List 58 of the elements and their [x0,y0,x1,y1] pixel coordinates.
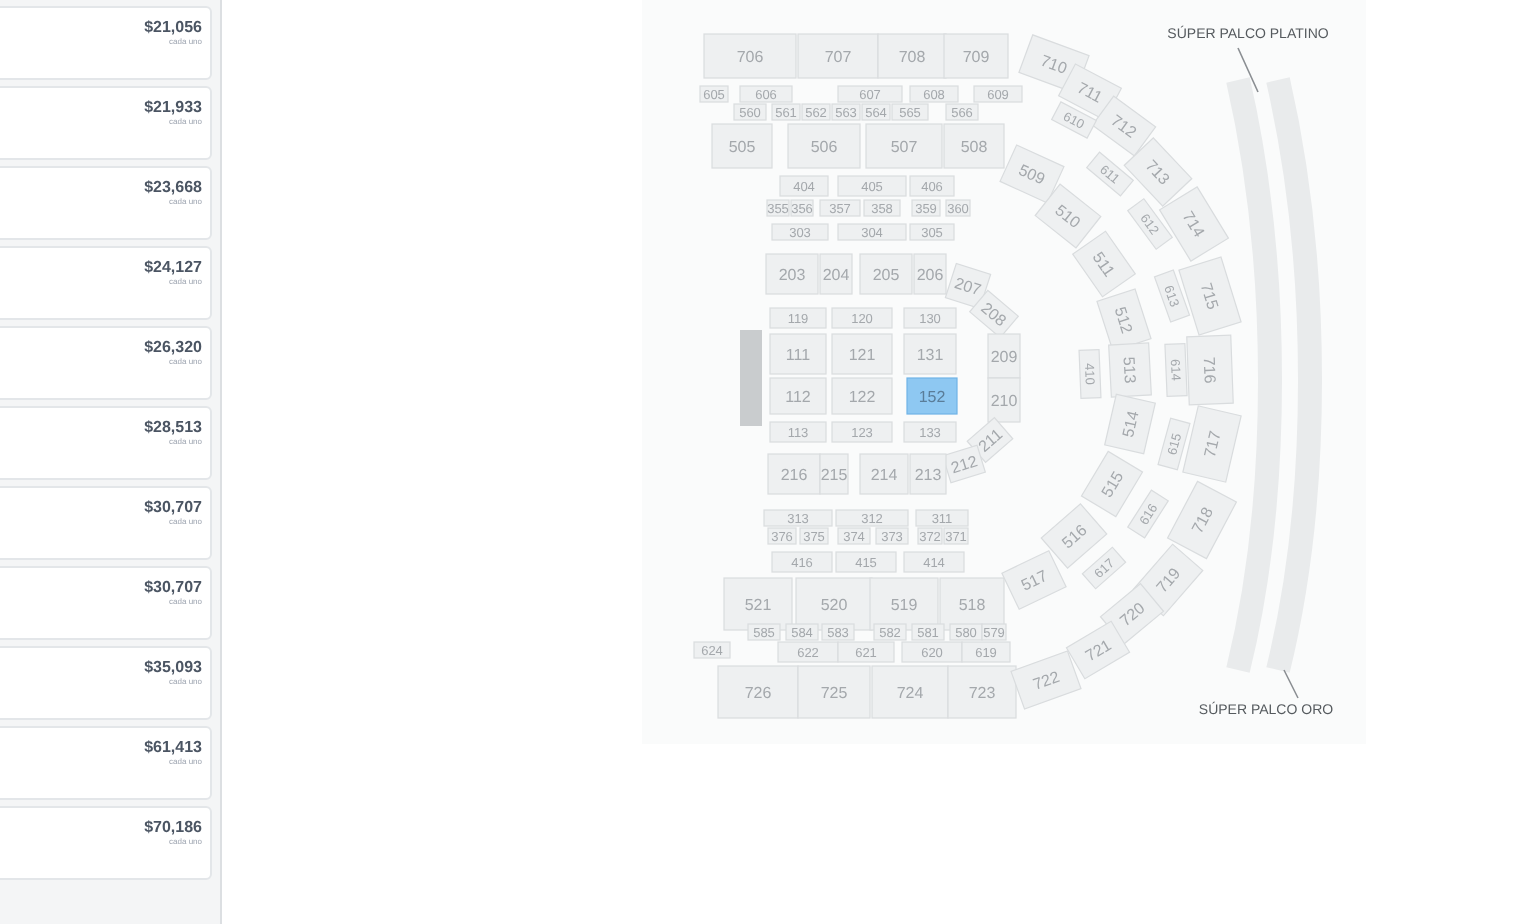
seat-section[interactable]: 515 [1080,450,1144,518]
seat-section[interactable]: 152 [906,377,958,415]
seat-section[interactable]: 121 [831,333,893,375]
seat-section[interactable]: 510 [1034,183,1102,249]
seat-section[interactable]: 520 [795,577,873,631]
seat-section[interactable]: 707 [797,33,879,79]
seat-section[interactable]: 721 [1065,620,1131,680]
seat-section[interactable]: 507 [865,123,943,169]
price: $35,093 [144,658,202,676]
seat-section[interactable]: 722 [1010,650,1082,710]
seat-section[interactable]: 519 [869,577,939,631]
leader-line [1237,47,1259,93]
seat-section[interactable]: 209 [987,333,1021,379]
seat-section[interactable]: 521 [723,577,793,631]
seat-section[interactable]: 517 [1001,549,1067,611]
seat-section[interactable]: 509 [999,144,1065,204]
seat-section[interactable]: 111 [769,333,827,375]
seat-section[interactable]: 205 [859,253,913,295]
price: $30,707 [144,578,202,596]
seat-section[interactable]: 514 [1104,393,1156,455]
seat-section[interactable]: 726 [717,665,799,719]
seat-section[interactable]: 112 [769,377,827,415]
seat-section[interactable]: 508 [943,123,1005,169]
seat-section[interactable]: 511 [1071,230,1137,298]
seat-section[interactable]: 131 [903,333,957,375]
seat-section[interactable]: 724 [871,665,949,719]
seat-section[interactable]: 708 [877,33,947,79]
seat-section[interactable]: 215 [819,453,849,495]
seat-section[interactable]: 723 [947,665,1017,719]
seat-section[interactable]: 518 [939,577,1005,631]
price: $26,320 [144,338,202,356]
seat-section[interactable]: 706 [703,33,797,79]
price: $21,056 [144,18,202,36]
seat-section[interactable]: 725 [797,665,871,719]
suite-strip[interactable] [1266,77,1322,673]
leader-line [1283,669,1299,699]
seat-section[interactable]: 206 [913,253,947,295]
seat-section[interactable]: 203 [765,253,819,295]
seat-section[interactable]: 709 [943,33,1009,79]
stage [740,330,762,426]
seat-section[interactable]: 216 [767,453,821,495]
price: $23,668 [144,178,202,196]
price: $21,933 [144,98,202,116]
seat-section[interactable]: 214 [859,453,909,495]
price: $24,127 [144,258,202,276]
seat-section[interactable]: 513 [1108,342,1152,398]
seat-section[interactable]: 210 [987,377,1021,423]
seat-section[interactable]: 505 [711,123,773,169]
suite-strip[interactable] [1226,77,1282,673]
seat-section[interactable]: 204 [819,253,853,295]
price: $30,707 [144,498,202,516]
seat-section[interactable]: 213 [909,453,947,495]
price: $28,513 [144,418,202,436]
price: $61,413 [144,738,202,756]
seat-section[interactable]: 506 [787,123,861,169]
seat-section[interactable]: 516 [1040,503,1108,569]
seat-section[interactable]: 122 [831,377,893,415]
price: $70,186 [144,818,202,836]
